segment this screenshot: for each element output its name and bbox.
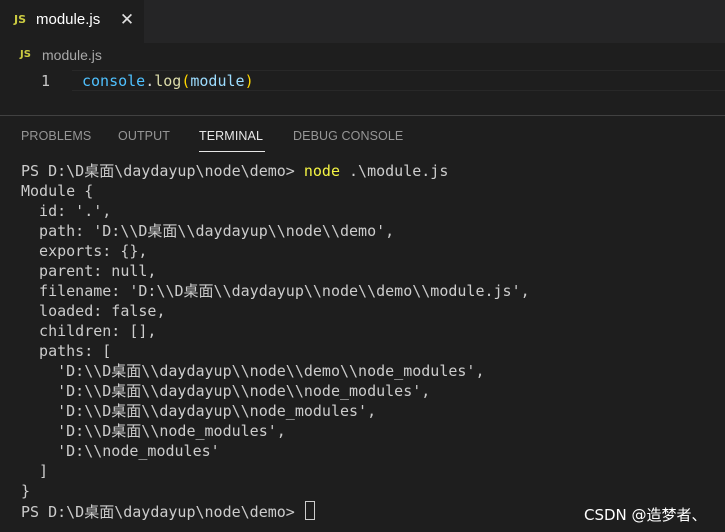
watermark: CSDN @造梦者、: [584, 506, 707, 524]
terminal-command-args: .\module.js: [340, 162, 449, 180]
token-log: log: [154, 72, 182, 90]
line-number: 1: [40, 72, 50, 90]
terminal-output-line: 'D:\\D桌面\\daydayup\\node\\node_modules',: [21, 382, 431, 400]
tab-terminal[interactable]: TERMINAL: [199, 129, 263, 143]
terminal-output-line: 'D:\\D桌面\\daydayup\\node_modules',: [21, 402, 377, 420]
token-console: console: [82, 72, 146, 90]
token-module: module: [190, 72, 245, 90]
editor-tab-bar: JS module.js ✕: [0, 0, 725, 43]
close-icon[interactable]: ✕: [118, 9, 136, 31]
tab-output[interactable]: OUTPUT: [118, 129, 170, 143]
terminal-output-line: exports: {},: [21, 242, 148, 260]
terminal-prompt: PS D:\D桌面\daydayup\node\demo>: [21, 162, 304, 180]
terminal-output-line: }: [21, 482, 31, 500]
js-file-icon: JS: [20, 49, 31, 60]
code-editor[interactable]: 1 console.log(module): [0, 70, 725, 92]
terminal-output-line: Module {: [21, 182, 94, 200]
terminal-output-line: children: [],: [21, 322, 157, 340]
panel-tab-bar: PROBLEMS OUTPUT TERMINAL DEBUG CONSOLE: [0, 116, 725, 154]
tab-module-js[interactable]: JS module.js ✕: [0, 0, 144, 43]
breadcrumb: JS module.js: [0, 43, 725, 68]
tab-problems[interactable]: PROBLEMS: [21, 129, 91, 143]
token-close-paren: ): [244, 72, 254, 90]
terminal-output-line: 'D:\\D桌面\\daydayup\\node\\demo\\node_mod…: [21, 362, 485, 380]
terminal-output-line: 'D:\\D桌面\\node_modules',: [21, 422, 286, 440]
active-tab-indicator: [199, 151, 265, 152]
tab-debug-console[interactable]: DEBUG CONSOLE: [293, 129, 403, 143]
terminal-output-line: ]: [21, 462, 49, 480]
tab-label: module.js: [36, 11, 101, 28]
terminal-command: node: [303, 162, 340, 180]
terminal-output-line: 'D:\\node_modules': [21, 442, 220, 460]
terminal-output-line: paths: [: [21, 342, 112, 360]
terminal-output-line: id: '.',: [21, 202, 112, 220]
terminal-output-line: loaded: false,: [21, 302, 166, 320]
terminal-output-line: filename: 'D:\\D桌面\\daydayup\\node\\demo…: [21, 282, 530, 300]
terminal-command-line: PS D:\D桌面\daydayup\node\demo> node .\mod…: [21, 161, 721, 181]
terminal-prompt: PS D:\D桌面\daydayup\node\demo>: [21, 503, 304, 521]
js-file-icon: JS: [14, 13, 27, 26]
terminal-output-line: parent: null,: [21, 262, 157, 280]
breadcrumb-item-module-js[interactable]: module.js: [42, 47, 102, 63]
terminal-output[interactable]: PS D:\D桌面\daydayup\node\demo> node .\mod…: [21, 161, 721, 526]
terminal-output-line: path: 'D:\\D桌面\\daydayup\\node\\demo',: [21, 222, 395, 240]
token-dot: .: [145, 72, 155, 90]
code-line[interactable]: console.log(module): [82, 72, 254, 90]
terminal-cursor: [304, 501, 315, 520]
